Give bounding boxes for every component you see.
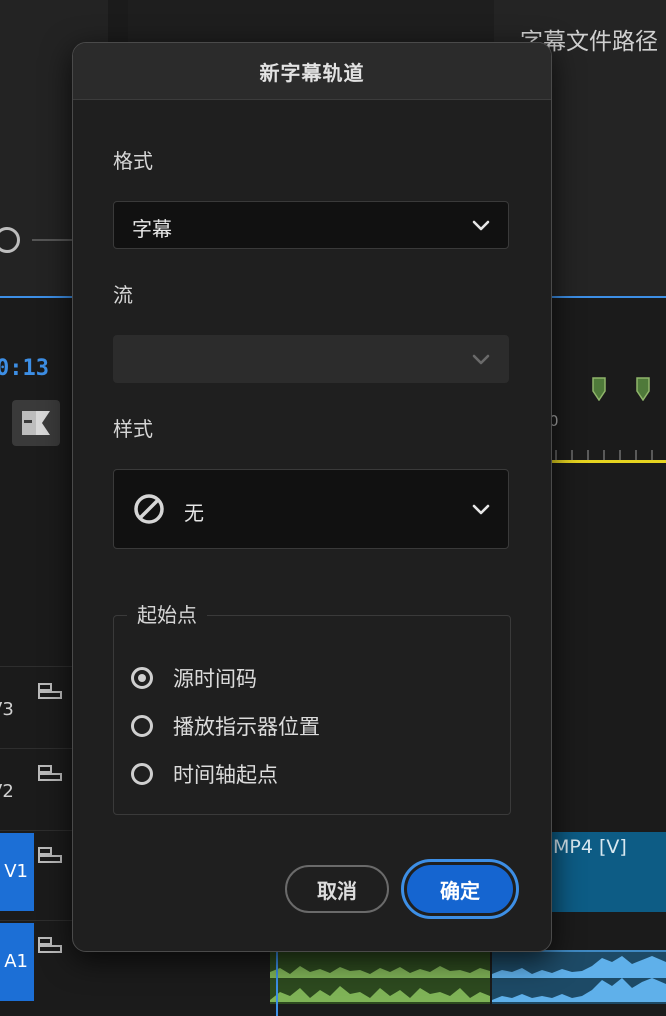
radio-playhead-position[interactable]: 播放指示器位置 <box>131 711 320 741</box>
chevron-down-icon <box>472 354 490 365</box>
ok-button[interactable]: 确定 <box>401 859 519 919</box>
radio-sequence-start[interactable]: 时间轴起点 <box>131 759 278 789</box>
track-sync-icon[interactable] <box>38 936 62 954</box>
chevron-down-icon <box>472 220 490 231</box>
marker-icon[interactable] <box>592 377 606 401</box>
radio-label: 源时间码 <box>173 667 257 691</box>
zoom-slider[interactable] <box>0 226 74 256</box>
track-sync-icon[interactable] <box>38 682 62 700</box>
audio-clip[interactable] <box>270 950 490 1004</box>
start-point-legend: 起始点 <box>127 599 207 628</box>
track-header-v2[interactable]: V2 <box>0 748 72 829</box>
track-header-v3[interactable]: V3 <box>0 666 72 747</box>
ok-button-label: 确定 <box>407 865 513 913</box>
audio-clip[interactable] <box>492 950 666 1004</box>
video-clip-label: MP4 [V] <box>553 836 627 858</box>
timecode-display[interactable]: 0:13 <box>0 356 49 381</box>
track-header-v1[interactable]: V1 <box>0 830 72 911</box>
dialog-title: 新字幕轨道 <box>259 60 365 85</box>
cancel-button[interactable]: 取消 <box>285 865 389 913</box>
track-label: V1 <box>0 833 34 911</box>
radio-unselected-icon <box>131 763 153 785</box>
track-sync-icon[interactable] <box>38 764 62 782</box>
track-label: A1 <box>0 923 34 1001</box>
track-header-a1[interactable]: A1 <box>0 920 72 1001</box>
radio-label: 播放指示器位置 <box>173 715 320 739</box>
track-label: V3 <box>0 699 14 720</box>
track-sync-icon[interactable] <box>38 846 62 864</box>
format-label: 格式 <box>113 149 153 173</box>
style-select[interactable]: 无 <box>113 469 509 549</box>
work-area-bar[interactable] <box>552 460 666 463</box>
ruler-ticks <box>555 450 653 460</box>
radio-unselected-icon <box>131 715 153 737</box>
snap-tool-button[interactable] <box>12 400 60 446</box>
format-value: 字幕 <box>132 217 172 241</box>
no-style-icon <box>134 494 164 524</box>
stream-select[interactable] <box>113 335 509 383</box>
format-select[interactable]: 字幕 <box>113 201 509 249</box>
new-caption-track-dialog: 新字幕轨道 格式 字幕 流 样式 无 起始点 源时间码 播放指示器位置 时间轴起… <box>72 42 552 952</box>
snap-icon <box>22 411 50 435</box>
track-label: V2 <box>0 781 14 802</box>
chevron-down-icon <box>472 504 490 515</box>
marker-icon[interactable] <box>636 377 650 401</box>
radio-selected-icon <box>131 667 153 689</box>
audio-waveform <box>270 966 490 1002</box>
style-label: 样式 <box>113 417 153 441</box>
style-value: 无 <box>184 501 204 525</box>
radio-source-timecode[interactable]: 源时间码 <box>131 663 257 693</box>
radio-label: 时间轴起点 <box>173 763 278 787</box>
audio-waveform <box>492 956 666 1002</box>
dialog-header: 新字幕轨道 <box>73 43 551 100</box>
stream-label: 流 <box>113 283 133 307</box>
